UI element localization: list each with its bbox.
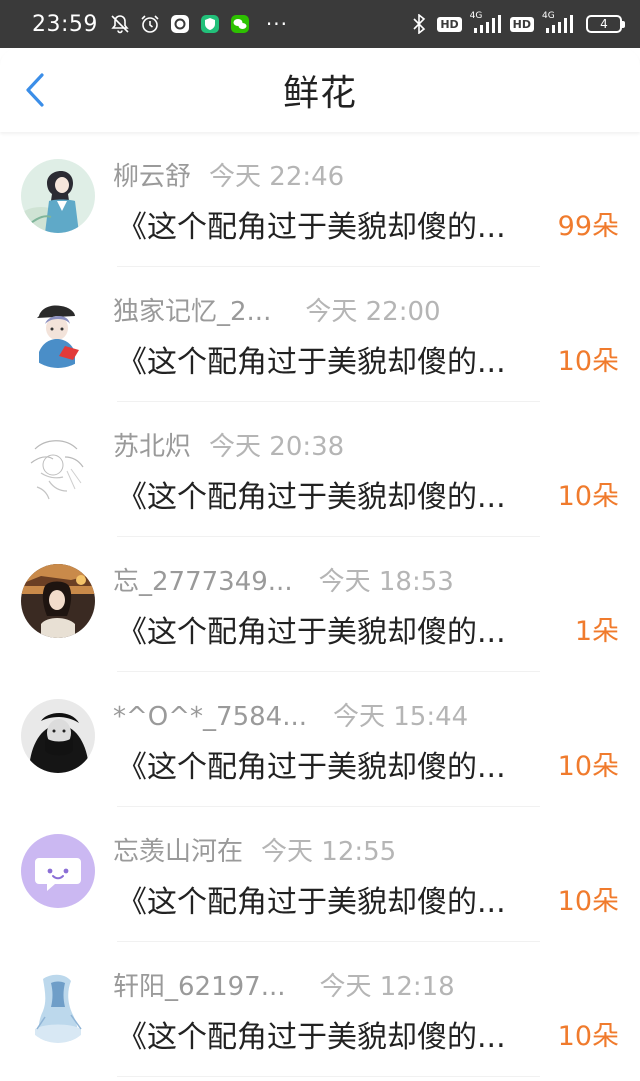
status-icons-right: HD 4G HD 4G 4 (409, 11, 625, 34)
sender-meta: 忘_2777349... 今天 18:53 (113, 561, 454, 598)
shield-icon (200, 14, 220, 34)
more-notifications-indicator: ··· (265, 12, 288, 36)
flower-count: 10朵 (557, 1021, 619, 1052)
list-item[interactable]: 忘_2777349... 今天 18:53 《这个配角过于美貌却傻的... 1朵 (0, 537, 640, 672)
avatar[interactable] (21, 564, 95, 638)
book-title: 《这个配角过于美貌却傻的... (117, 885, 506, 920)
sender-name[interactable]: 独家记忆_2... (113, 291, 271, 328)
sender-meta: 轩阳_62197... 今天 12:18 (113, 966, 455, 1003)
status-bar: 23:59 ··· HD 4G HD 4G 4 (0, 0, 640, 48)
flower-count: 10朵 (557, 751, 619, 782)
avatar[interactable] (21, 159, 95, 233)
book-title: 《这个配角过于美貌却傻的... (117, 345, 506, 380)
hd-badge: HD (509, 16, 534, 32)
avatar[interactable] (21, 834, 95, 908)
book-title: 《这个配角过于美貌却傻的... (117, 210, 506, 245)
list-item[interactable]: 忘羡山河在 今天 12:55 《这个配角过于美貌却傻的... 10朵 (0, 807, 640, 942)
flower-gift-list: 柳云舒 今天 22:46 《这个配角过于美貌却傻的... 99朵 独家记忆_2.… (0, 132, 640, 1077)
hd-badge: HD (437, 16, 462, 32)
divider (117, 1076, 540, 1077)
flower-count: 10朵 (557, 346, 619, 377)
bell-off-icon (110, 14, 130, 34)
avatar[interactable] (21, 699, 95, 773)
battery-icon: 4 (586, 15, 625, 33)
sender-name[interactable]: 柳云舒 (113, 156, 191, 193)
page-title: 鲜花 (282, 73, 357, 114)
sender-meta: 苏北炽 今天 20:38 (113, 426, 344, 463)
avatar[interactable] (21, 969, 95, 1043)
flower-count: 1朵 (574, 616, 619, 647)
avatar[interactable] (21, 429, 95, 503)
sender-name[interactable]: *^O^*_7584... (113, 702, 307, 732)
timestamp: 今天 22:00 (305, 297, 441, 327)
sender-meta: 忘羡山河在 今天 12:55 (113, 831, 396, 868)
signal-icon: 4G (469, 11, 502, 34)
list-item[interactable]: 柳云舒 今天 22:46 《这个配角过于美貌却傻的... 99朵 (0, 132, 640, 267)
list-item[interactable]: 独家记忆_2... 今天 22:00 《这个配角过于美貌却傻的... 10朵 (0, 267, 640, 402)
network-type: 4G (469, 11, 483, 21)
list-item[interactable]: 轩阳_62197... 今天 12:18 《这个配角过于美貌却傻的... 10朵 (0, 942, 640, 1077)
flower-count: 10朵 (557, 886, 619, 917)
wechat-icon (230, 14, 250, 34)
flower-count: 99朵 (557, 211, 619, 242)
nav-header: 鲜花 (0, 48, 640, 132)
sender-name[interactable]: 苏北炽 (113, 426, 191, 463)
flower-count: 10朵 (557, 481, 619, 512)
avatar[interactable] (21, 294, 95, 368)
signal-icon: 4G (542, 11, 574, 34)
book-title: 《这个配角过于美貌却傻的... (117, 750, 506, 785)
bluetooth-icon (409, 14, 429, 34)
timestamp: 今天 12:18 (319, 972, 455, 1002)
sender-name[interactable]: 忘_2777349... (113, 561, 293, 598)
sender-meta: 柳云舒 今天 22:46 (113, 156, 344, 193)
book-title: 《这个配角过于美貌却傻的... (117, 480, 506, 515)
timestamp: 今天 15:44 (333, 702, 469, 732)
status-icons-left (110, 14, 250, 34)
sender-meta: 独家记忆_2... 今天 22:00 (113, 291, 441, 328)
timestamp: 今天 22:46 (209, 162, 345, 192)
app-icon (170, 14, 190, 34)
sender-name[interactable]: 忘羡山河在 (113, 831, 243, 868)
book-title: 《这个配角过于美貌却傻的... (117, 615, 506, 650)
chevron-left-icon (24, 72, 46, 112)
sender-name[interactable]: 轩阳_62197... (113, 966, 286, 1003)
timestamp: 今天 12:55 (261, 837, 397, 867)
status-time: 23:59 (32, 11, 98, 37)
back-button[interactable] (18, 72, 52, 112)
network-type: 4G (542, 11, 555, 21)
alarm-icon (140, 14, 160, 34)
timestamp: 今天 20:38 (209, 432, 345, 462)
timestamp: 今天 18:53 (318, 567, 454, 597)
list-item[interactable]: 苏北炽 今天 20:38 《这个配角过于美貌却傻的... 10朵 (0, 402, 640, 537)
sender-meta: *^O^*_7584... 今天 15:44 (113, 696, 468, 733)
book-title: 《这个配角过于美貌却傻的... (117, 1020, 506, 1055)
list-item[interactable]: *^O^*_7584... 今天 15:44 《这个配角过于美貌却傻的... 1… (0, 672, 640, 807)
